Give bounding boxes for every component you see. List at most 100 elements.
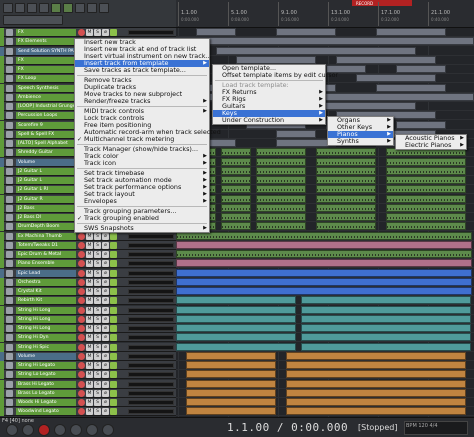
ruler-marker[interactable]: 13.1.00 0:24.000 <box>328 2 378 26</box>
track-name[interactable]: FX Loop <box>16 75 76 83</box>
track-name[interactable]: Ambience <box>16 93 76 101</box>
media-item[interactable] <box>176 268 472 277</box>
media-item[interactable] <box>256 203 306 212</box>
media-item[interactable] <box>276 129 316 138</box>
track-name[interactable]: J2 Guitar L <box>16 177 76 184</box>
fx-icon[interactable] <box>110 399 117 406</box>
phase-button[interactable]: ø <box>102 232 109 240</box>
mute-button[interactable]: M <box>86 343 93 351</box>
track-name[interactable]: Speech Synthesis <box>16 84 76 92</box>
media-item[interactable] <box>386 203 466 212</box>
fx-icon[interactable] <box>110 371 117 379</box>
track-name[interactable]: String Hi Spic <box>16 343 76 351</box>
track-lane[interactable] <box>176 185 474 195</box>
media-item[interactable] <box>176 305 296 314</box>
track-header[interactable]: Woodwind Legato M Sø <box>0 407 176 417</box>
mute-button[interactable]: M <box>86 325 93 332</box>
fx-icon[interactable] <box>110 362 117 369</box>
track-name[interactable]: FX Elements <box>16 38 76 46</box>
track-name[interactable]: String Lo Legato <box>16 371 76 379</box>
ruler-marker[interactable]: 21.1.00 0:40.000 <box>428 2 474 26</box>
track-folder-icon[interactable] <box>6 260 13 268</box>
solo-button[interactable]: S <box>94 334 101 342</box>
fx-icon[interactable] <box>110 288 117 295</box>
media-item[interactable] <box>396 65 446 73</box>
track-name[interactable]: Crystal Kit <box>16 288 76 295</box>
track-lane[interactable] <box>176 157 474 167</box>
track-lane[interactable] <box>176 351 474 361</box>
media-item[interactable] <box>316 157 376 166</box>
mute-button[interactable]: M <box>86 251 93 258</box>
track-lane[interactable] <box>176 37 474 47</box>
track-lane[interactable] <box>176 259 474 269</box>
mute-button[interactable]: M <box>86 297 93 305</box>
menu-item-offset-template-items-by-edit-cursor[interactable]: Offset template items by edit cursor <box>213 72 338 79</box>
track-lane[interactable] <box>176 268 474 278</box>
track-folder-icon[interactable] <box>6 399 13 406</box>
record-icon[interactable] <box>38 424 50 436</box>
track-filter-icon[interactable] <box>3 15 63 25</box>
track-name[interactable]: String Hi Long <box>16 325 76 332</box>
ruler-marker[interactable]: 17.1.00 0:32.000 <box>378 2 428 26</box>
track-folder-icon[interactable] <box>6 158 13 166</box>
undo-icon[interactable] <box>39 3 49 13</box>
track-name[interactable]: FX <box>16 29 76 36</box>
metronome-icon[interactable] <box>51 3 61 13</box>
media-item[interactable] <box>386 185 466 194</box>
fx-icon[interactable] <box>110 269 117 277</box>
fx-icon[interactable] <box>110 297 117 305</box>
track-folder-icon[interactable] <box>6 195 13 203</box>
track-lane[interactable] <box>176 324 474 333</box>
phase-button[interactable]: ø <box>102 325 109 332</box>
track-lane[interactable] <box>176 370 474 380</box>
media-item[interactable] <box>336 55 436 64</box>
track-folder-icon[interactable] <box>6 112 13 120</box>
record-arm-icon[interactable] <box>78 343 85 351</box>
media-item[interactable] <box>176 259 472 268</box>
track-header[interactable]: Rebirth Kit M Sø <box>0 296 176 306</box>
media-item[interactable] <box>221 166 251 175</box>
record-arm-icon[interactable] <box>78 315 85 323</box>
track-folder-icon[interactable] <box>6 84 13 92</box>
media-item[interactable] <box>186 370 276 379</box>
track-name[interactable]: J2 Bass DI <box>16 214 76 221</box>
track-lane[interactable] <box>176 176 474 185</box>
repeat-icon[interactable] <box>70 424 82 436</box>
media-item[interactable] <box>256 185 306 194</box>
track-lane[interactable] <box>176 203 474 213</box>
solo-button[interactable]: S <box>94 241 101 249</box>
track-lane[interactable] <box>176 194 474 204</box>
menu-item-save-tracks-as-track-template[interactable]: Save tracks as track template... <box>75 67 209 74</box>
phase-button[interactable]: ø <box>102 315 109 323</box>
fx-icon[interactable] <box>110 380 117 388</box>
media-item[interactable] <box>376 28 446 36</box>
media-item[interactable] <box>396 120 446 129</box>
record-arm-icon[interactable] <box>78 251 85 258</box>
pause-icon[interactable] <box>102 424 114 436</box>
track-folder-icon[interactable] <box>6 29 13 36</box>
solo-button[interactable]: S <box>94 399 101 406</box>
record-arm-icon[interactable] <box>78 306 85 314</box>
track-name[interactable]: Scorefire 9 <box>16 121 76 129</box>
solo-button[interactable]: S <box>94 306 101 314</box>
track-folder-icon[interactable] <box>6 232 13 240</box>
media-item[interactable] <box>316 194 376 203</box>
media-item[interactable] <box>286 351 466 360</box>
track-lane[interactable] <box>176 333 474 343</box>
mute-button[interactable]: M <box>86 269 93 277</box>
media-item[interactable] <box>316 213 376 221</box>
phase-button[interactable]: ø <box>102 371 109 379</box>
track-header[interactable]: Brass Lo Legato M Sø <box>0 388 176 398</box>
track-header[interactable]: Woods Hi Legato M Sø <box>0 398 176 407</box>
track-folder-icon[interactable] <box>6 389 13 397</box>
ruler-marker[interactable]: 5.1.00 0:08.000 <box>228 2 278 26</box>
mute-button[interactable]: M <box>86 352 93 360</box>
track-name[interactable]: Ex Machina Thumb <box>16 232 76 240</box>
fx-icon[interactable] <box>110 334 117 342</box>
track-folder-icon[interactable] <box>6 38 13 46</box>
track-name[interactable]: Piano Ensemble <box>16 260 76 268</box>
solo-button[interactable]: S <box>94 288 101 295</box>
track-name[interactable]: Shreddy Guitar <box>16 149 76 157</box>
ripple-edit-icon[interactable] <box>75 3 85 13</box>
track-lane[interactable] <box>176 296 474 306</box>
